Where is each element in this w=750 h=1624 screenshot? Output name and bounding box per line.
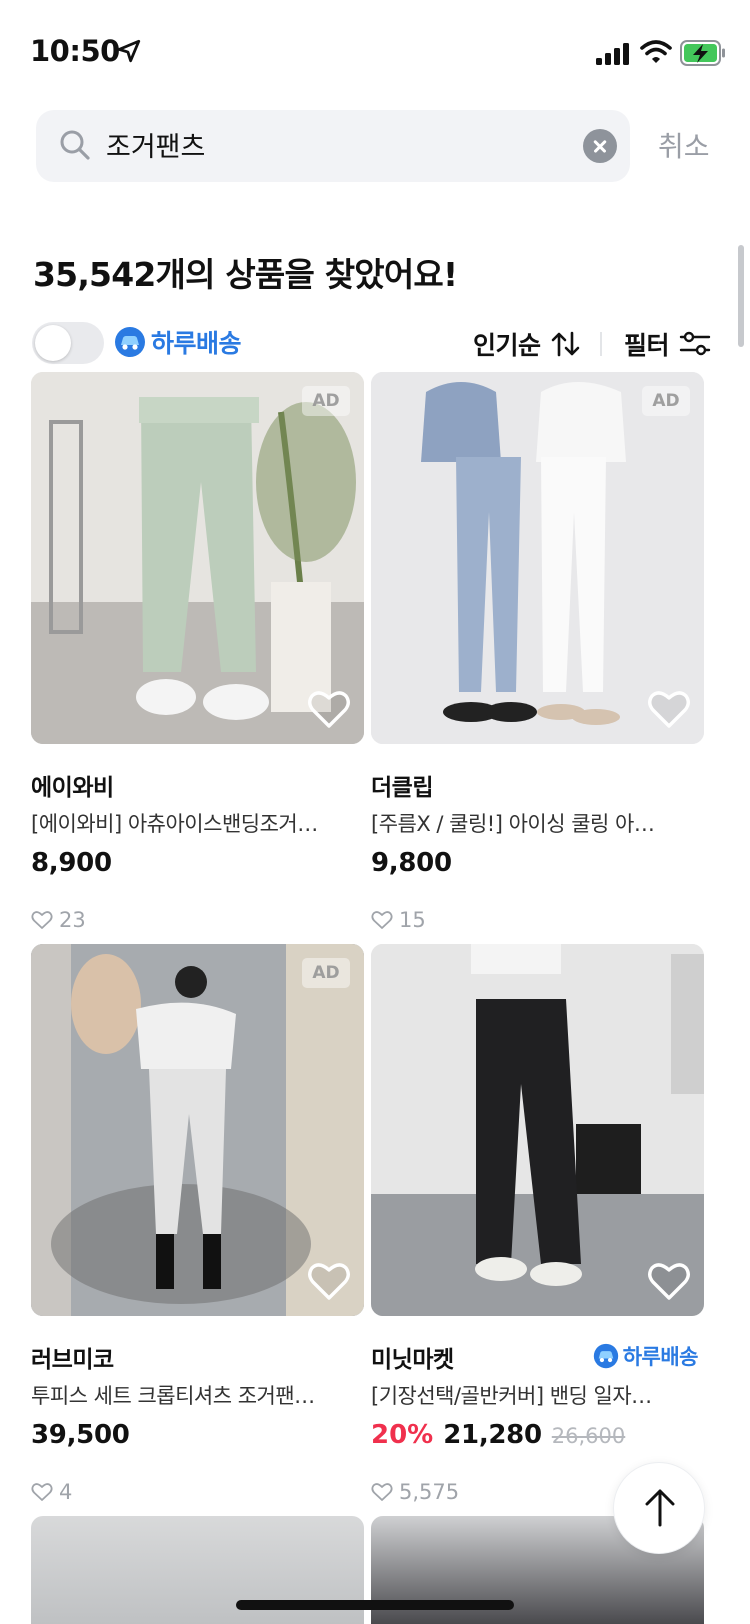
price-row: 8,900 [31, 848, 364, 878]
heart-icon[interactable] [306, 686, 352, 732]
heart-icon[interactable] [646, 686, 692, 732]
heart-icon[interactable] [646, 1258, 692, 1304]
price: 39,500 [31, 1420, 130, 1450]
price-row: 9,800 [371, 848, 704, 878]
discount-rate: 20% [371, 1420, 434, 1450]
status-time: 10:50 [30, 34, 120, 68]
product-name: [에이와비] 아츄아이스밴딩조거… [31, 812, 318, 836]
product-card[interactable]: 미닛마켓 하루배송 [기장선택/골반커버] 밴딩 일자… 20% 21,280 … [371, 944, 704, 1504]
product-image[interactable]: AD [371, 372, 704, 744]
brand-row: 더클립 [371, 768, 704, 802]
filter-label: 필터 [624, 331, 670, 360]
price: 8,900 [31, 848, 112, 878]
brand-name: 러브미코 [31, 1347, 114, 1373]
like-count: 15 [371, 908, 704, 932]
brand-row: 러브미코 [31, 1340, 364, 1374]
filter-button[interactable]: 필터 [624, 326, 711, 362]
brand-row: 에이와비 [31, 768, 364, 802]
scroll-indicator [738, 245, 744, 347]
heart-outline-icon [371, 911, 393, 929]
cellular-signal-icon [596, 43, 629, 65]
result-count-title: 35,542개의 상품을 찾았어요! [33, 255, 458, 294]
sort-divider [600, 332, 602, 356]
clear-search-icon[interactable] [583, 129, 617, 163]
delivery-car-icon [593, 1343, 618, 1369]
product-name: 투피스 세트 크롭티셔츠 조거팬… [31, 1384, 315, 1408]
arrow-up-icon [645, 1489, 675, 1527]
ad-badge: AD [302, 386, 350, 416]
scroll-to-top-button[interactable] [613, 1462, 705, 1554]
fast-delivery-tag: 하루배송 [593, 1341, 699, 1371]
product-name: [기장선택/골반커버] 밴딩 일자… [371, 1384, 652, 1408]
price-row: 39,500 [31, 1420, 364, 1450]
brand-name: 더클립 [371, 775, 433, 801]
like-count-value: 5,575 [399, 1480, 460, 1504]
product-card[interactable]: AD 에이와비 [에이와비] 아츄아이스밴딩조거… 8,900 23 [31, 372, 364, 932]
fast-delivery-tag-label: 하루배송 [622, 1345, 699, 1369]
fast-delivery-toggle[interactable] [32, 322, 104, 364]
search-box[interactable] [36, 110, 630, 182]
price: 21,280 [443, 1420, 542, 1450]
toggle-knob [35, 325, 71, 361]
heart-outline-icon [31, 911, 53, 929]
cancel-button[interactable]: 취소 [658, 125, 710, 165]
like-count-value: 4 [59, 1480, 73, 1504]
search-input[interactable] [106, 129, 546, 160]
ad-badge: AD [302, 958, 350, 988]
delivery-car-icon [115, 327, 145, 357]
location-arrow-icon [117, 39, 141, 63]
product-card[interactable]: AD 더클립 [주름X / 쿨링!] 아이싱 쿨링 아… 9,800 15 [371, 372, 704, 932]
product-card[interactable]: AD 러브미코 투피스 세트 크롭티셔츠 조거팬… 39,500 4 [31, 944, 364, 1504]
product-image[interactable] [371, 944, 704, 1316]
like-count: 4 [31, 1480, 364, 1504]
status-bar: 10:50 [0, 0, 750, 100]
brand-row: 미닛마켓 하루배송 [371, 1340, 704, 1374]
price-row: 20% 21,280 26,600 [371, 1420, 704, 1450]
like-count-value: 15 [399, 908, 426, 932]
home-indicator [236, 1600, 514, 1610]
fast-delivery-badge: 하루배송 [114, 324, 242, 360]
sort-button[interactable]: 인기순 [473, 326, 583, 362]
wifi-icon [640, 40, 672, 63]
sort-label: 인기순 [473, 331, 541, 360]
like-count: 23 [31, 908, 364, 932]
brand-name: 미닛마켓 [371, 1347, 454, 1373]
like-count-value: 23 [59, 908, 86, 932]
product-image[interactable]: AD [31, 944, 364, 1316]
original-price: 26,600 [551, 1424, 626, 1448]
fast-delivery-label: 하루배송 [151, 329, 242, 358]
sort-arrows-icon [551, 331, 579, 357]
price: 9,800 [371, 848, 452, 878]
filter-sliders-icon [679, 331, 711, 356]
product-name: [주름X / 쿨링!] 아이싱 쿨링 아… [371, 812, 655, 836]
brand-name: 에이와비 [31, 775, 114, 801]
heart-icon[interactable] [306, 1258, 352, 1304]
heart-outline-icon [371, 1483, 393, 1501]
heart-outline-icon [31, 1483, 53, 1501]
ad-badge: AD [642, 386, 690, 416]
search-icon [60, 130, 90, 160]
product-image[interactable]: AD [31, 372, 364, 744]
battery-charging-icon [680, 40, 725, 66]
